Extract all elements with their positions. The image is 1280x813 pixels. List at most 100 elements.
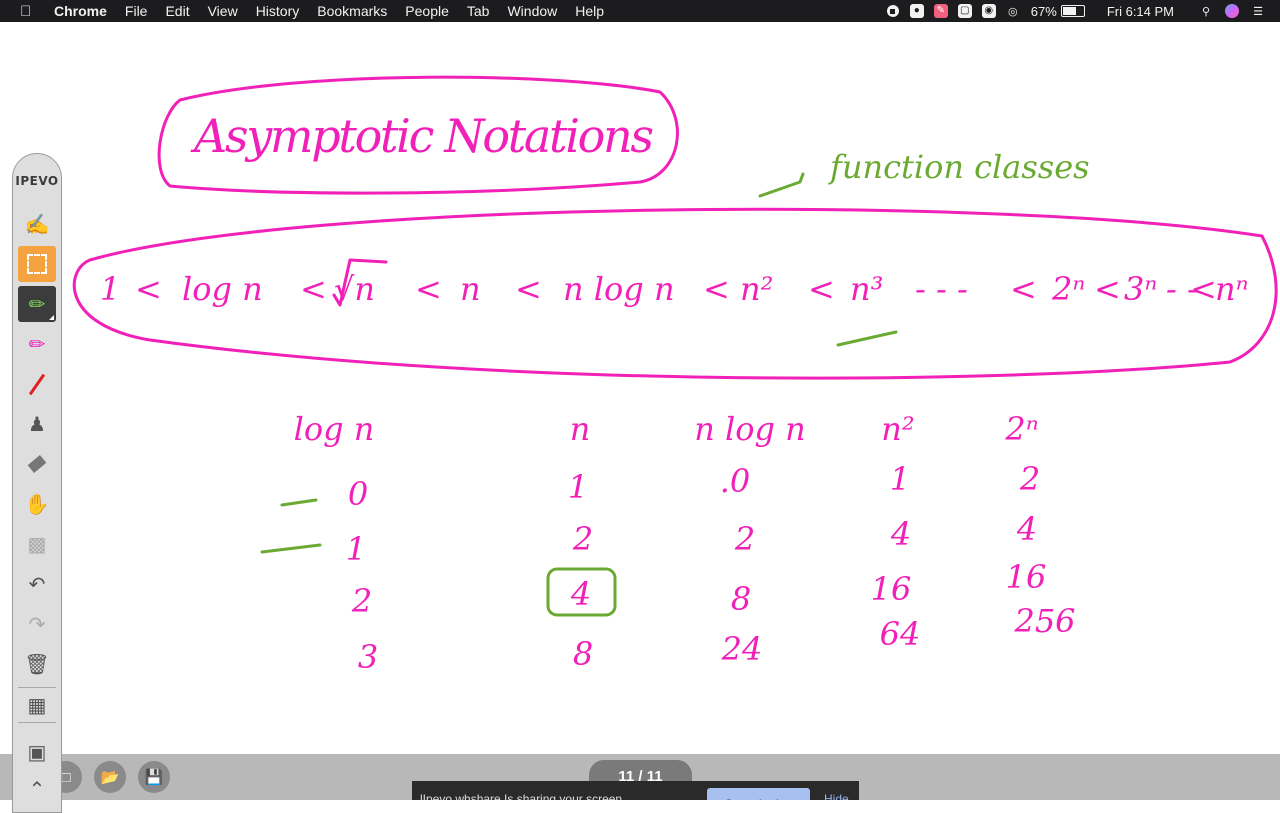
menu-app-name[interactable]: Chrome (54, 3, 107, 19)
table-cell: 24 (721, 630, 763, 668)
line-tool[interactable] (18, 366, 56, 402)
green-tick-n3 (836, 330, 898, 347)
capture-icon: ▦ (27, 694, 47, 717)
handwriting-tool[interactable]: ✍ (18, 206, 56, 242)
order-nn: nⁿ (1215, 270, 1249, 308)
pen-icon: ✏ (28, 293, 46, 316)
table-cell: 4 (890, 515, 911, 553)
table-cell: 16 (871, 570, 912, 608)
table-cell: 1 (568, 468, 588, 506)
menu-edit[interactable]: Edit (165, 3, 189, 19)
save-button[interactable]: 💾 (138, 761, 170, 793)
order-sqrt-n: √n (334, 270, 375, 308)
notification-center-icon[interactable]: ☰ (1250, 4, 1266, 18)
menu-help[interactable]: Help (575, 3, 604, 19)
battery-icon[interactable] (1060, 5, 1085, 17)
pan-tool[interactable]: ✋ (18, 486, 56, 522)
siri-icon[interactable] (1224, 4, 1240, 18)
order-n2: n² (740, 270, 773, 308)
menu-view[interactable]: View (208, 3, 238, 19)
stamp-icon: ♟ (28, 413, 46, 436)
apple-menu-icon[interactable]:  (20, 3, 42, 20)
pen-tool[interactable]: ✏ (18, 286, 56, 322)
order-lt-5: < (703, 270, 730, 308)
screenshot-tool-icon[interactable]: ▢ (957, 4, 973, 18)
spotlight-search-icon[interactable]: ⚲ (1198, 4, 1214, 18)
order-lt-1: < (135, 270, 162, 308)
hide-button[interactable]: Hide (824, 792, 849, 800)
battery-percent: 67% (1030, 3, 1057, 19)
eraser-tool[interactable] (18, 446, 56, 482)
floppy-disk-icon: 💾 (144, 769, 164, 786)
table-cell: 8 (573, 635, 593, 673)
menu-bookmarks[interactable]: Bookmarks (317, 3, 387, 19)
screen-capture-tool[interactable]: ▦ (18, 687, 56, 723)
open-button[interactable]: 📂 (94, 761, 126, 793)
status-area: ● ✎ ▢ ◉ ◎ 67% Fri 6:14 PM ⚲ ☰ (877, 0, 1280, 22)
ipevo-icon[interactable]: ◉ (981, 4, 997, 18)
table-header: n² (881, 410, 914, 448)
menu-window[interactable]: Window (507, 3, 557, 19)
stamp-tool[interactable]: ♟ (18, 406, 56, 442)
clear-tool[interactable]: 🗑 (18, 646, 56, 682)
table-header: n log n (694, 410, 806, 448)
table-cell: 16 (1006, 558, 1047, 596)
table-header: n (570, 410, 591, 448)
line-icon (28, 373, 46, 395)
order-nlogn: n log n (563, 270, 675, 308)
record-stop-icon[interactable] (885, 4, 901, 18)
order-n3: n³ (850, 270, 883, 308)
order-lt-9: < (1190, 270, 1217, 308)
growth-table: log n n n log n n² 2ⁿ 0 1 2 3 1 2 4 8 .0… (294, 410, 1076, 676)
undo-tool[interactable]: ↶ (18, 566, 56, 602)
table-cell: 2 (734, 520, 755, 558)
table-cell: 0 (348, 475, 368, 513)
table-cell: 64 (880, 615, 921, 653)
order-lt-2: < (300, 270, 327, 308)
undo-icon: ↶ (28, 573, 46, 596)
video-camera-icon[interactable]: ● (909, 4, 925, 18)
menu-people[interactable]: People (405, 3, 449, 19)
table-cell: 4 (570, 575, 591, 613)
board-annotation: function classes (828, 148, 1090, 186)
menu-file[interactable]: File (125, 3, 148, 19)
hand-icon: ✋ (24, 493, 50, 516)
table-cell: 2 (572, 520, 593, 558)
trash-icon: 🗑 (24, 653, 50, 676)
table-cell: 2 (351, 582, 372, 620)
order-lt-7: < (1010, 270, 1037, 308)
whiteboard-canvas[interactable]: Asymptotic Notations function classes 1 … (0, 22, 1280, 754)
table-header: log n (294, 410, 375, 448)
menu-history[interactable]: History (256, 3, 300, 19)
table-cell: 256 (1013, 602, 1075, 640)
order-lt-8: < (1094, 270, 1121, 308)
selection-tool[interactable] (18, 246, 56, 282)
table-cell: .0 (720, 462, 751, 500)
green-check-1 (758, 172, 805, 198)
table-cell: 1 (890, 460, 910, 498)
toolbox-icon: ▩ (27, 533, 47, 556)
table-cell: 3 (358, 638, 378, 676)
green-tick-row2 (260, 543, 322, 554)
camera-tool[interactable]: ▣ (18, 734, 56, 770)
redo-tool[interactable]: ↷ (18, 606, 56, 642)
stop-sharing-button[interactable]: Stop sharing (707, 788, 810, 800)
order-2n: 2ⁿ (1051, 270, 1085, 308)
table-cell: 8 (731, 580, 751, 618)
wireless-icon[interactable]: ◎ (1005, 4, 1021, 18)
menu-bar:  Chrome File Edit View History Bookmark… (0, 0, 1280, 22)
pen-scribble-icon: ✍ (24, 213, 50, 236)
menu-tab[interactable]: Tab (467, 3, 490, 19)
toolbox-tool[interactable]: ▩ (18, 526, 56, 562)
order-lt-6: < (808, 270, 835, 308)
table-cell: 2 (1019, 460, 1040, 498)
green-tick-row1 (280, 498, 318, 507)
screen-share-notice: lIpevo.whshare.Is sharing your screen. S… (412, 781, 859, 800)
ipevo-toolbar: IPEVO ✍ ✏ ✏ ♟ ✋ ▩ ↶ ↷ 🗑 ▦ ▣ ⌃ (12, 153, 62, 813)
order-dashes-1: - - - (915, 270, 968, 308)
clock[interactable]: Fri 6:14 PM (1107, 4, 1174, 19)
highlighter-tool[interactable]: ✏ (18, 326, 56, 362)
annotate-icon[interactable]: ✎ (933, 4, 949, 18)
order-logn: log n (182, 270, 263, 308)
collapse-toolbar-button[interactable]: ⌃ (18, 776, 56, 802)
